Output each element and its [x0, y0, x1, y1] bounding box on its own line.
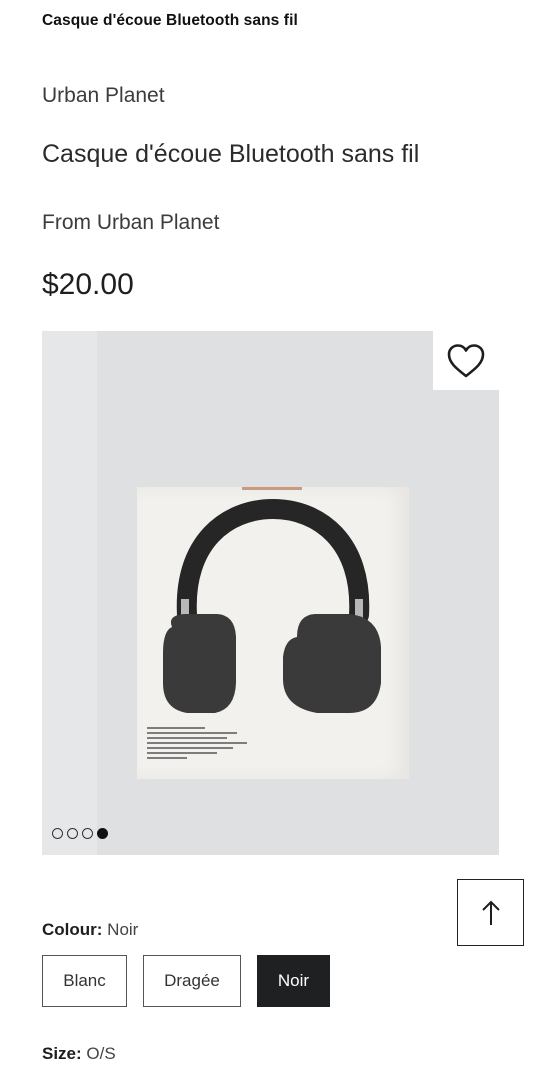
- box-fine-print: [147, 727, 267, 762]
- arrow-up-icon: [481, 900, 500, 925]
- product-image-gallery[interactable]: [42, 331, 499, 855]
- colour-option-blanc[interactable]: Blanc: [42, 955, 127, 1007]
- colour-option-dragee[interactable]: Dragée: [143, 955, 241, 1007]
- gallery-dot[interactable]: [52, 828, 63, 839]
- scroll-to-top-button[interactable]: [457, 879, 524, 946]
- size-selected-value: O/S: [86, 1044, 116, 1063]
- product-image[interactable]: [137, 487, 409, 779]
- gallery-dot[interactable]: [67, 828, 78, 839]
- size-label: Size:: [42, 1044, 82, 1063]
- wishlist-button[interactable]: [433, 331, 499, 390]
- heart-outline-icon: [447, 343, 485, 377]
- product-brand[interactable]: Urban Planet: [42, 84, 165, 108]
- colour-selection: Colour: Noir: [42, 920, 138, 940]
- colour-options: Blanc Dragée Noir: [42, 955, 330, 1007]
- gallery-background: [42, 331, 97, 855]
- product-title: Casque d'écoue Bluetooth sans fil: [42, 140, 420, 168]
- header-title: Casque d'écoue Bluetooth sans fil: [42, 12, 298, 29]
- size-selection: Size: O/S: [42, 1044, 116, 1064]
- product-vendor: From Urban Planet: [42, 211, 220, 234]
- colour-option-noir[interactable]: Noir: [257, 955, 330, 1007]
- colour-label: Colour:: [42, 920, 103, 939]
- gallery-pagination: [52, 828, 108, 839]
- gallery-dot-active[interactable]: [97, 828, 108, 839]
- product-price: $20.00: [42, 268, 134, 301]
- colour-selected-value: Noir: [107, 920, 139, 939]
- gallery-dot[interactable]: [82, 828, 93, 839]
